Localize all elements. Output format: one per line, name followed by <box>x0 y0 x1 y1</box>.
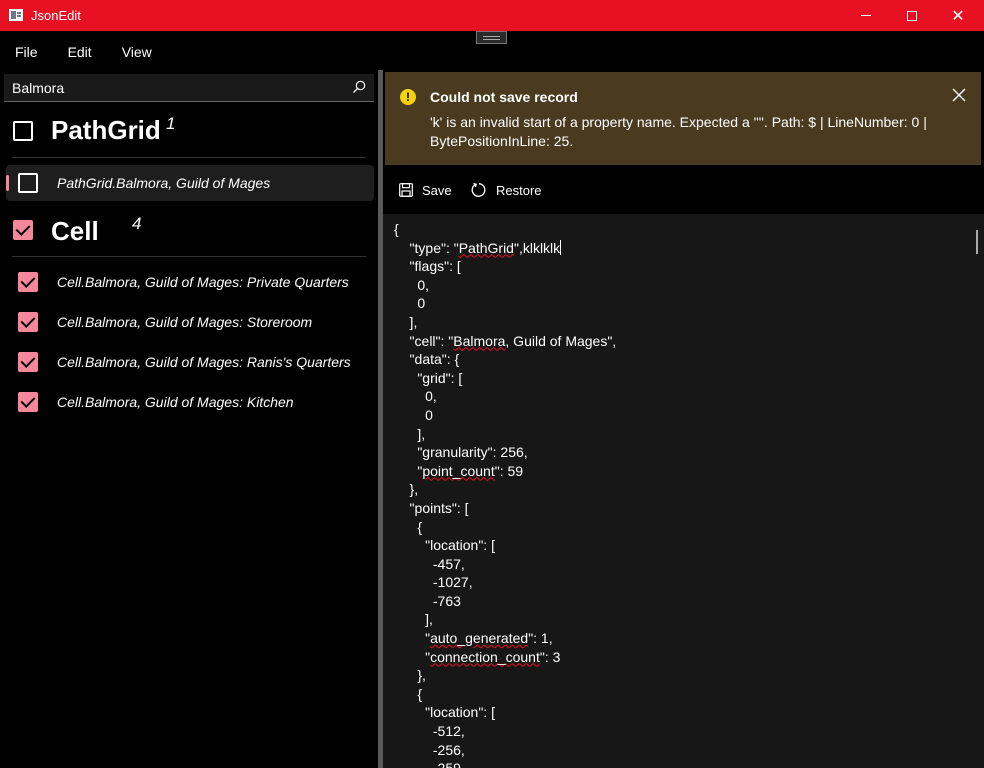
save-label: Save <box>422 182 452 198</box>
item-checkbox[interactable] <box>18 312 38 332</box>
item-label: Cell.Balmora, Guild of Mages: Kitchen <box>57 394 294 410</box>
list-item[interactable]: PathGrid.Balmora, Guild of Mages <box>6 165 374 201</box>
code-line: "connection_count": 3 <box>394 648 561 665</box>
code-line: "grid": [ <box>394 369 463 386</box>
code-line: -512, <box>394 723 465 740</box>
window-title: JsonEdit <box>31 8 81 23</box>
item-checkbox[interactable] <box>18 173 38 193</box>
code-line: ], <box>394 611 433 628</box>
item-label: Cell.Balmora, Guild of Mages: Storeroom <box>57 314 313 330</box>
code-line: ], <box>394 425 426 442</box>
code-line: "points": [ <box>394 499 469 516</box>
list-item[interactable]: Cell.Balmora, Guild of Mages: Kitchen <box>6 384 374 420</box>
restore-button[interactable]: Restore <box>471 172 542 208</box>
selection-indicator <box>6 175 9 191</box>
maximize-icon <box>907 10 917 21</box>
spellcheck-word: connection_count <box>430 648 540 665</box>
search-box <box>4 74 374 102</box>
command-bar: Save Restore <box>383 172 984 208</box>
spellcheck-word: Balmora <box>453 332 506 349</box>
json-editor[interactable]: { "type": "PathGrid",klklklk "flags": [ … <box>383 214 984 768</box>
code-line: "auto_generated": 1, <box>394 630 553 647</box>
item-checkbox[interactable] <box>18 352 38 372</box>
code-line: ], <box>394 313 418 330</box>
error-infobar: ! Could not save record 'k' is an invali… <box>385 72 981 165</box>
code-line: "flags": [ <box>394 258 461 275</box>
menu-file[interactable]: File <box>0 36 53 68</box>
group-count-badge: 1 <box>166 114 176 133</box>
search-icon[interactable] <box>352 80 366 94</box>
spellcheck-word: auto_generated <box>430 630 529 647</box>
maximize-button[interactable] <box>889 0 935 31</box>
group-header-pathgrid: PathGrid 1 <box>0 110 378 156</box>
record-list-pane: PathGrid 1 PathGrid.Balmora, Guild of Ma… <box>0 70 378 768</box>
code-line: "point_count": 59 <box>394 462 524 479</box>
item-checkbox[interactable] <box>18 392 38 412</box>
save-button[interactable]: Save <box>399 172 452 208</box>
code-line: { <box>394 518 423 535</box>
save-icon <box>399 183 413 197</box>
infobar-title: Could not save record <box>430 89 578 105</box>
list-item[interactable]: Cell.Balmora, Guild of Mages: Ranis's Qu… <box>6 344 374 380</box>
code-line: 0 <box>394 406 433 423</box>
code-line: -763 <box>394 592 461 609</box>
code-line: }, <box>394 481 419 498</box>
infobar-message: 'k' is an invalid start of a property na… <box>430 114 927 149</box>
code-line: 0, <box>394 276 430 293</box>
group-checkbox-pathgrid[interactable] <box>13 121 33 141</box>
infobar-close-button[interactable] <box>950 87 968 105</box>
code-line: "cell": "Balmora, Guild of Mages", <box>394 332 617 349</box>
spellcheck-word: point_count <box>422 462 495 479</box>
list-item[interactable]: Cell.Balmora, Guild of Mages: Private Qu… <box>6 264 374 300</box>
code-line: -259 <box>394 759 616 768</box>
item-label: Cell.Balmora, Guild of Mages: Ranis's Qu… <box>57 354 351 370</box>
code-line: -256, <box>394 741 465 758</box>
item-label: Cell.Balmora, Guild of Mages: Private Qu… <box>57 274 349 290</box>
divider <box>12 157 366 158</box>
title-bar: JsonEdit ✕ <box>0 0 984 31</box>
code-line: 0 <box>394 295 426 312</box>
code-line: { <box>394 221 399 237</box>
menu-bar: File Edit View <box>0 36 167 68</box>
restore-icon <box>471 182 486 197</box>
code-line: -1027, <box>394 574 473 591</box>
close-icon <box>952 88 966 102</box>
search-input[interactable] <box>4 74 344 101</box>
group-label: PathGrid <box>51 115 161 145</box>
app-icon <box>9 9 23 21</box>
code-line: { <box>394 685 423 702</box>
code-line: "location": [ <box>394 537 495 554</box>
group-count-badge: 4 <box>132 214 142 233</box>
group-label: Cell <box>51 216 99 246</box>
code-line: }, <box>394 667 426 684</box>
menu-view[interactable]: View <box>107 36 167 68</box>
close-button[interactable]: ✕ <box>935 0 981 31</box>
code-line: "type": "PathGrid",klklklk <box>394 239 562 256</box>
code-line: "data": { <box>394 351 460 368</box>
close-icon: ✕ <box>951 7 965 25</box>
list-item[interactable]: Cell.Balmora, Guild of Mages: Storeroom <box>6 304 374 340</box>
spellcheck-word: PathGrid <box>458 239 514 256</box>
menu-edit[interactable]: Edit <box>53 36 107 68</box>
minimize-button[interactable] <box>843 0 889 31</box>
warning-icon: ! <box>400 89 416 105</box>
group-header-cell: Cell 4 <box>0 208 378 254</box>
divider <box>12 256 366 257</box>
drag-grip-handle[interactable] <box>476 31 507 44</box>
code-line: "granularity": 256, <box>394 444 528 461</box>
code-line: 0, <box>394 388 437 405</box>
scrollbar-thumb[interactable] <box>976 230 978 254</box>
text-caret <box>560 239 562 255</box>
code-line: "location": [ <box>394 704 495 721</box>
editor-pane: ! Could not save record 'k' is an invali… <box>383 70 984 768</box>
item-label: PathGrid.Balmora, Guild of Mages <box>57 175 271 191</box>
restore-label: Restore <box>496 182 542 198</box>
minimize-icon <box>861 15 871 16</box>
json-code-text[interactable]: { "type": "PathGrid",klklklk "flags": [ … <box>394 220 616 768</box>
item-checkbox[interactable] <box>18 272 38 292</box>
group-checkbox-cell[interactable] <box>13 220 33 240</box>
code-line: -457, <box>394 555 465 572</box>
